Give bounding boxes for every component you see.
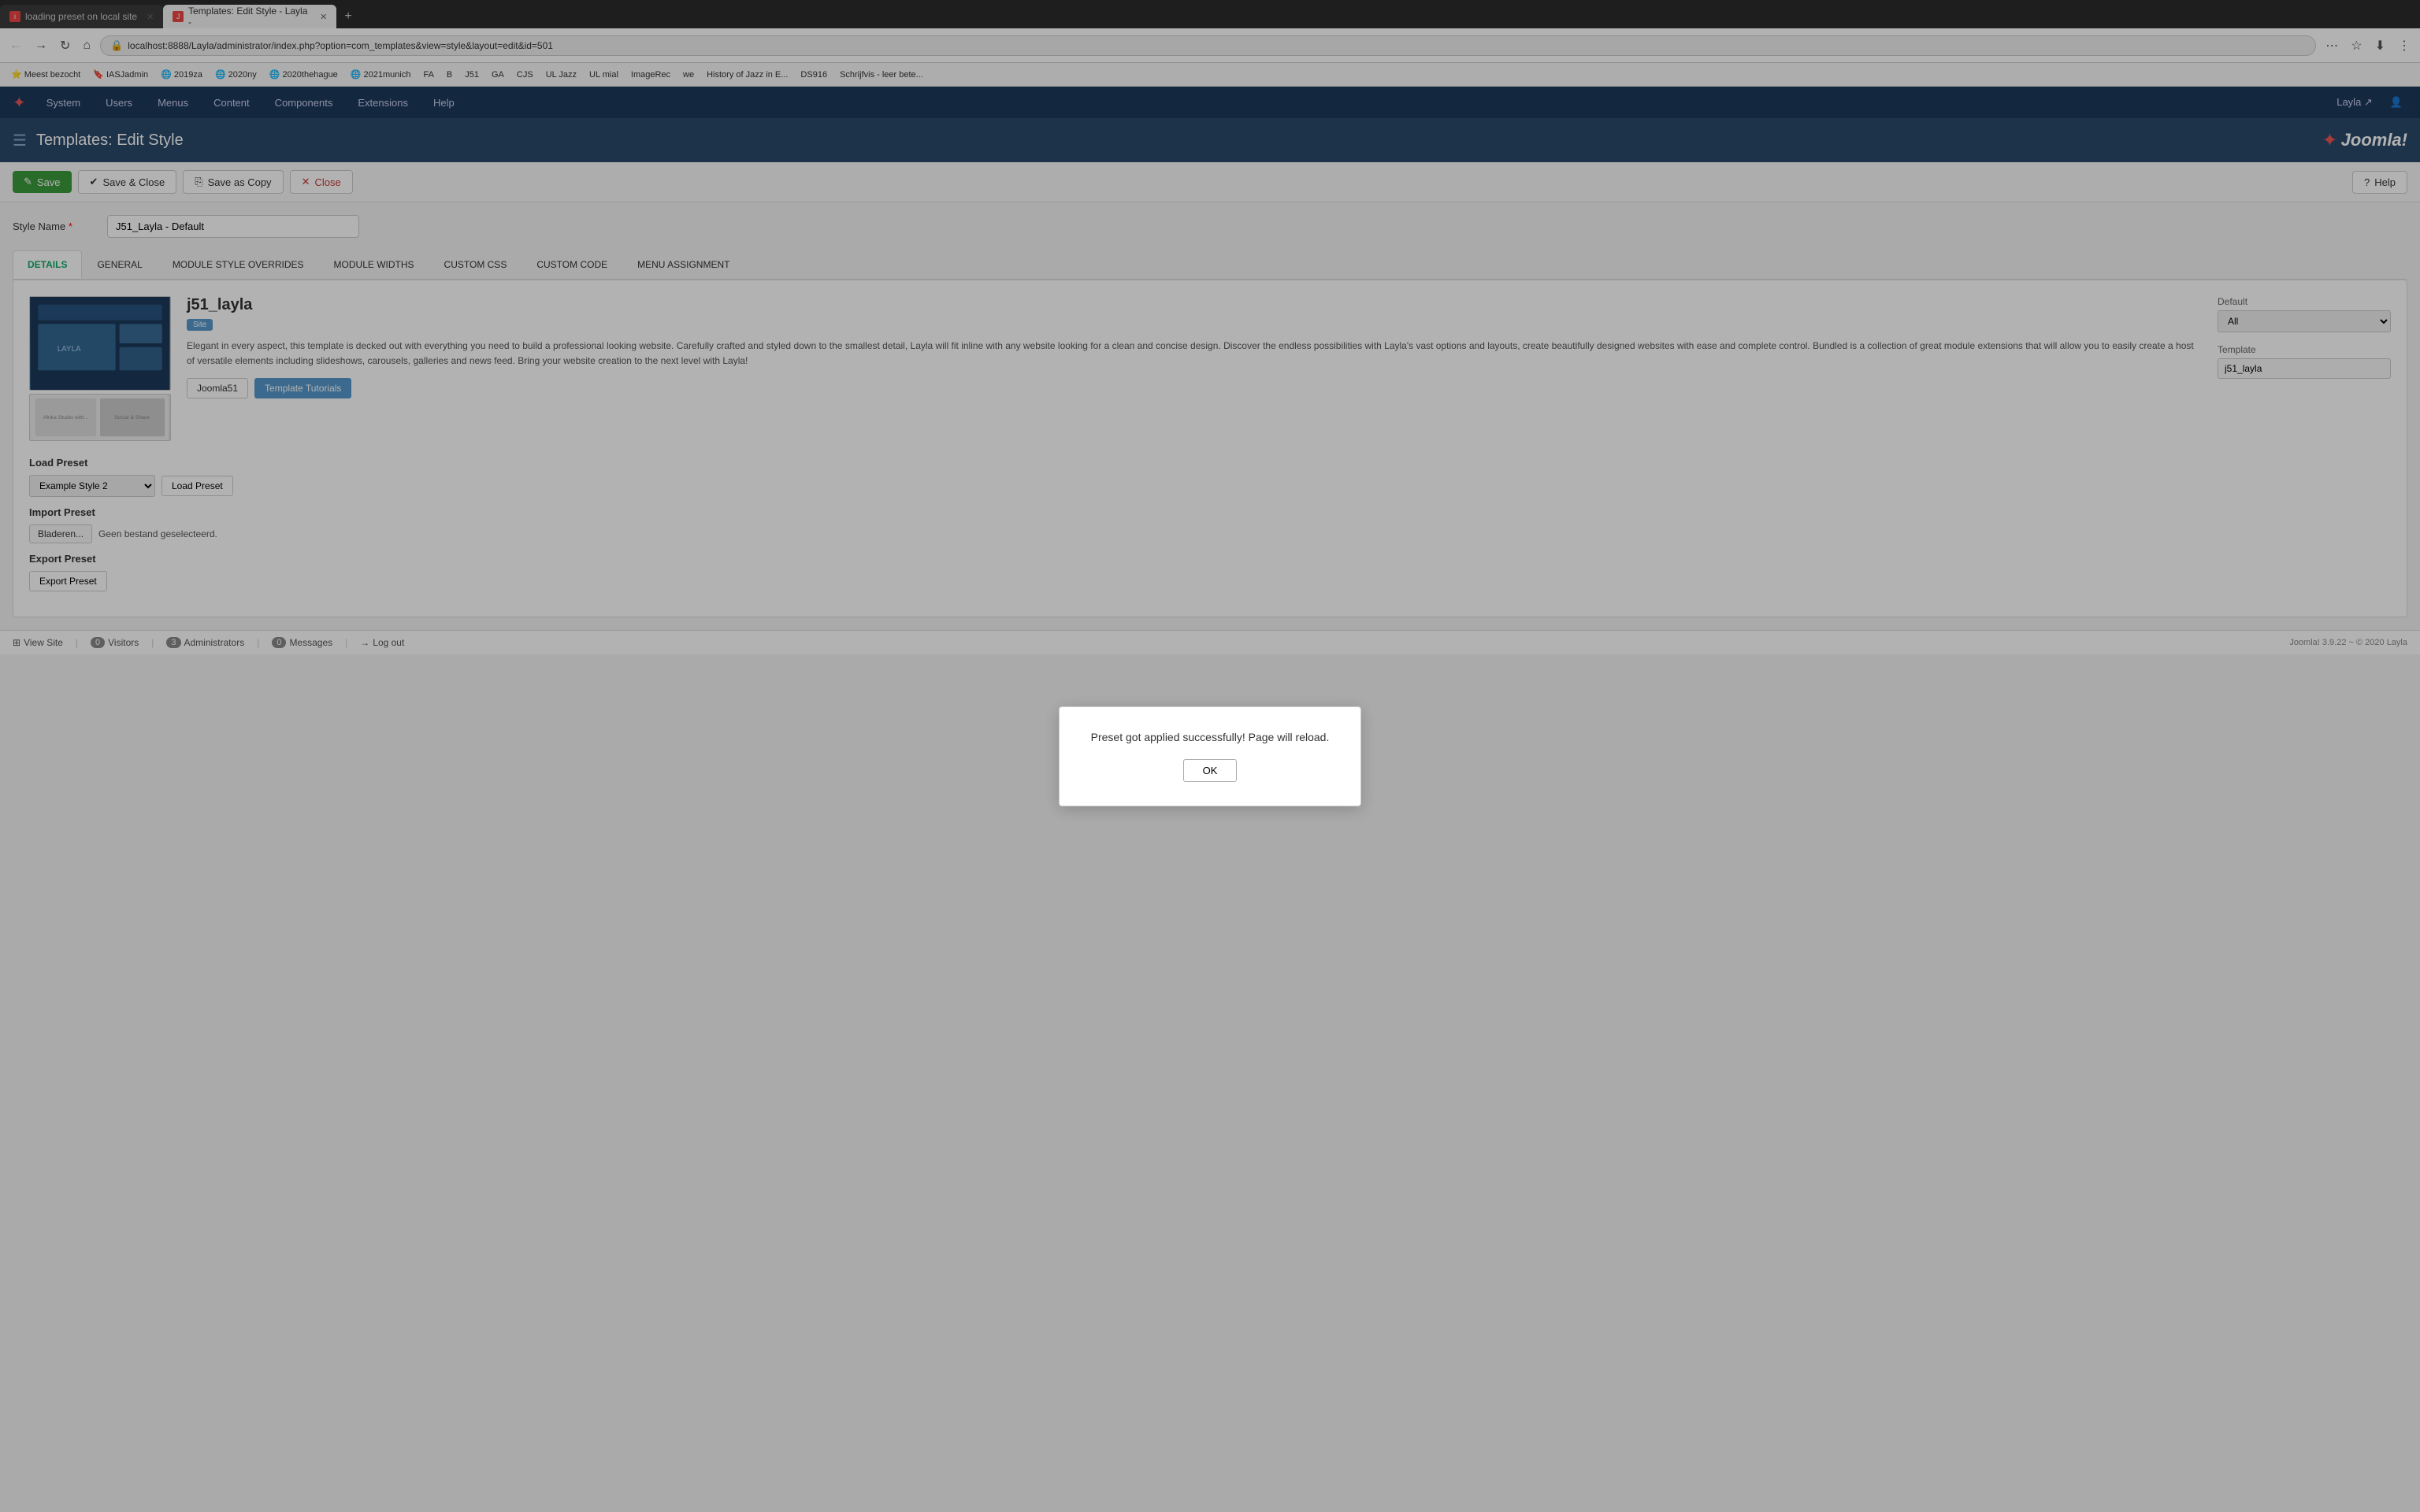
- modal-message: Preset got applied successfully! Page wi…: [1091, 731, 1330, 743]
- modal-overlay: Preset got applied successfully! Page wi…: [0, 0, 2420, 1512]
- modal-ok-button[interactable]: OK: [1183, 759, 1238, 782]
- modal-dialog: Preset got applied successfully! Page wi…: [1059, 706, 1362, 806]
